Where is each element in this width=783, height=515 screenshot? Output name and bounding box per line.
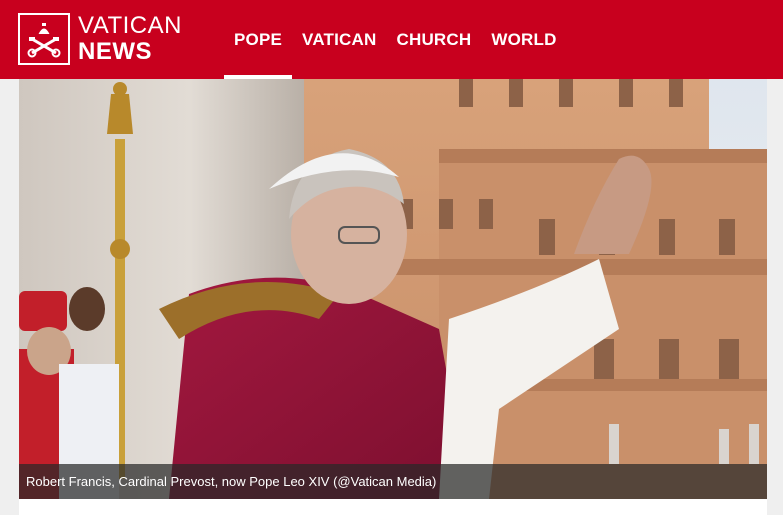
site-header: VATICAN NEWS POPE VATICAN CHURCH WORLD xyxy=(0,0,783,79)
hero-image[interactable] xyxy=(19,79,767,499)
logo-line-vatican: VATICAN xyxy=(78,12,182,39)
main-nav: POPE VATICAN CHURCH WORLD xyxy=(224,0,567,79)
papal-keys-emblem-icon xyxy=(18,13,70,65)
site-logo[interactable]: VATICAN NEWS xyxy=(18,11,198,67)
hero-caption: Robert Francis, Cardinal Prevost, now Po… xyxy=(26,474,437,489)
nav-item-church[interactable]: CHURCH xyxy=(386,0,481,79)
logo-line-news: NEWS xyxy=(78,38,152,65)
hero-caption-bar: Robert Francis, Cardinal Prevost, now Po… xyxy=(19,464,767,499)
logo-text: VATICAN NEWS xyxy=(78,14,182,64)
nav-item-world[interactable]: WORLD xyxy=(481,0,566,79)
hero-photo-illustration xyxy=(19,79,767,499)
content-card-top xyxy=(19,499,767,515)
nav-item-vatican[interactable]: VATICAN xyxy=(292,0,386,79)
nav-item-pope[interactable]: POPE xyxy=(224,0,293,79)
